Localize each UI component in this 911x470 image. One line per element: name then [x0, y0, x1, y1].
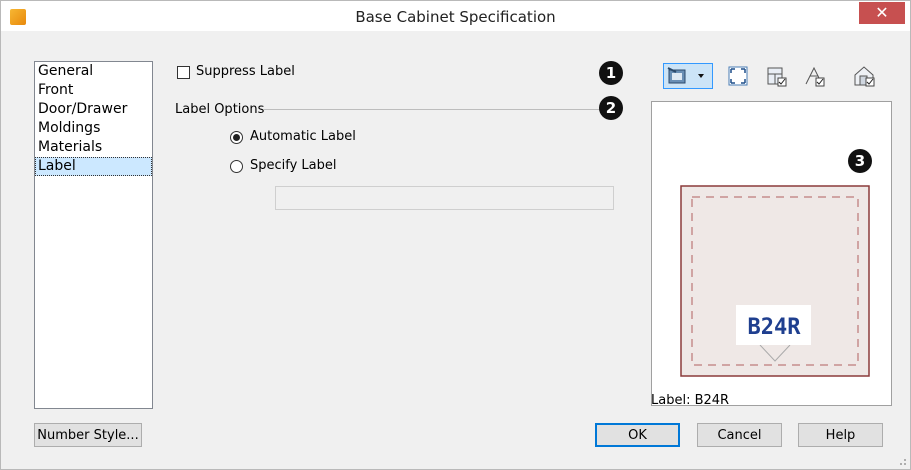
fill-window-button[interactable] [725, 63, 751, 89]
preview-label-status: Label: B24R [651, 393, 730, 408]
close-button[interactable]: ✕ [859, 2, 905, 24]
automatic-label-text: Automatic Label [250, 129, 356, 144]
specify-label-radio[interactable] [230, 160, 243, 173]
cabinet-outline [680, 185, 870, 377]
nav-item-moldings[interactable]: Moldings [35, 119, 152, 138]
elevation-view-icon [854, 66, 875, 87]
group-divider [263, 109, 603, 110]
camera-view-dropdown-button[interactable] [663, 63, 713, 89]
dialog-window: Base Cabinet Specification ✕ General Fro… [0, 0, 911, 470]
window-title: Base Cabinet Specification [355, 8, 556, 26]
cabinet-preview[interactable]: 3 B24R [651, 101, 892, 406]
specify-label-field[interactable] [275, 186, 614, 210]
cabinet-view-icon [767, 67, 787, 87]
cancel-button[interactable]: Cancel [697, 423, 782, 447]
title-bar[interactable]: Base Cabinet Specification ✕ [1, 1, 910, 31]
suppress-label-checkbox[interactable] [177, 66, 190, 79]
camera-view-dropdown-icon [667, 67, 704, 84]
ok-button[interactable]: OK [595, 423, 680, 447]
suppress-label-text: Suppress Label [196, 64, 295, 79]
cabinet-view-button[interactable] [763, 63, 789, 89]
cabinet-plan-drawing: B24R [680, 185, 870, 377]
help-button[interactable]: Help [798, 423, 883, 447]
nav-item-label[interactable]: Label [35, 157, 152, 176]
nav-item-door-drawer[interactable]: Door/Drawer [35, 100, 152, 119]
elevation-view-button[interactable] [851, 63, 877, 89]
callout-2: 2 [599, 96, 623, 120]
nav-item-materials[interactable]: Materials [35, 138, 152, 157]
number-style-button[interactable]: Number Style... [34, 423, 142, 447]
plan-view-icon [805, 66, 825, 87]
nav-item-front[interactable]: Front [35, 81, 152, 100]
dialog-content: General Front Door/Drawer Moldings Mater… [1, 31, 910, 469]
resize-grip-icon[interactable] [897, 456, 907, 466]
plan-view-button[interactable] [801, 63, 827, 89]
cabinet-label-text: B24R [748, 315, 802, 340]
automatic-label-radio[interactable] [230, 131, 243, 144]
label-options-heading: Label Options [175, 102, 265, 117]
callout-1: 1 [599, 61, 623, 85]
fill-window-icon [728, 66, 748, 86]
nav-item-general[interactable]: General [35, 62, 152, 81]
category-list: General Front Door/Drawer Moldings Mater… [34, 61, 153, 409]
specify-label-text: Specify Label [250, 158, 337, 173]
